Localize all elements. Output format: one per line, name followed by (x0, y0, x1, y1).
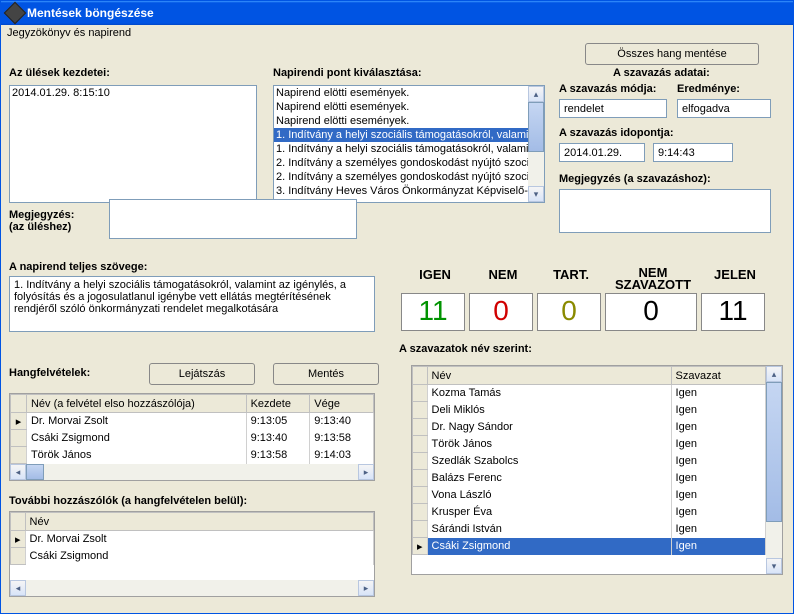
menu-item-minutes[interactable]: Jegyzökönyv és napirend (7, 27, 131, 39)
agenda-full-text[interactable]: 1. Indítvány a helyi szociális támogatás… (9, 276, 375, 332)
agenda-listbox[interactable]: Napirend elötti események.Napirend elött… (273, 85, 545, 203)
speakers-grid[interactable]: Név ▸Dr. Morvai ZsoltCsáki Zsigmond ◂ ▸ (9, 511, 375, 597)
table-row[interactable]: Vona LászlóIgen (413, 487, 766, 504)
vote-col-name[interactable]: Név (427, 367, 671, 385)
agenda-item[interactable]: 2. Indítvány a személyes gondoskodást ny… (274, 156, 528, 170)
vote-date-field[interactable] (559, 143, 645, 162)
agenda-full-label: A napirend teljes szövege: (9, 261, 147, 273)
session-note-text[interactable] (109, 199, 357, 239)
recordings-grid[interactable]: Név (a felvétel elso hozzászólója) Kezde… (9, 393, 375, 481)
table-row[interactable]: Balázs FerencIgen (413, 470, 766, 487)
table-row[interactable]: ▸Csáki ZsigmondIgen (413, 538, 766, 555)
table-row[interactable]: Szedlák SzabolcsIgen (413, 453, 766, 470)
titlebar: Mentések böngészése (1, 1, 793, 25)
tart-header: TART. (537, 267, 605, 291)
tart-count: 0 (537, 293, 601, 331)
nem-count: 0 (469, 293, 533, 331)
session-item[interactable]: 2014.01.29. 8:15:10 (10, 86, 256, 100)
vote-time-label: A szavazás idopontja: (559, 127, 674, 139)
rec-col-name[interactable]: Név (a felvétel elso hozzászólója) (26, 395, 246, 413)
agenda-item[interactable]: Napirend elötti események. (274, 100, 528, 114)
scroll-right-icon[interactable]: ▸ (358, 464, 374, 480)
vote-col-vote[interactable]: Szavazat (671, 367, 765, 385)
table-row[interactable]: Sárándi IstvánIgen (413, 521, 766, 538)
agenda-item[interactable]: Napirend elötti események. (274, 86, 528, 100)
recordings-hscroll[interactable]: ◂ ▸ (10, 464, 374, 480)
agenda-item[interactable]: Napirend elötti események. (274, 114, 528, 128)
vote-result-field[interactable] (677, 99, 771, 118)
table-row[interactable]: Dr. Nagy SándorIgen (413, 419, 766, 436)
jelen-header: JELEN (701, 267, 769, 291)
vote-result-label: Eredménye: (677, 83, 740, 95)
rec-col-end[interactable]: Vége (310, 395, 374, 413)
scroll-left-icon[interactable]: ◂ (10, 464, 26, 480)
agenda-item[interactable]: 1. Indítvány a helyi szociális támogatás… (274, 142, 528, 156)
recordings-label: Hangfelvételek: (9, 367, 90, 379)
session-note-label-1: Megjegyzés: (9, 209, 74, 221)
vote-note-text[interactable] (559, 189, 771, 233)
agenda-item[interactable]: 3. Indítvány Heves Város Önkormányzat Ké… (274, 184, 528, 198)
table-row[interactable]: Csáki Zsigmond9:13:409:13:58 (11, 430, 374, 447)
menubar[interactable]: Jegyzökönyv és napirend (1, 25, 793, 41)
app-icon (4, 2, 27, 25)
rec-col-start[interactable]: Kezdete (246, 395, 310, 413)
votes-vscroll[interactable]: ▴ ▾ (766, 366, 782, 574)
nem-header: NEM (469, 267, 537, 291)
table-row[interactable]: Csáki Zsigmond (11, 548, 374, 565)
votes-by-name-label: A szavazatok név szerint: (399, 343, 532, 355)
igen-header: IGEN (401, 267, 469, 291)
agenda-scrollbar[interactable]: ▴ ▾ (528, 86, 544, 202)
vote-data-label: A szavazás adatai: (613, 67, 710, 79)
table-row[interactable]: Török JánosIgen (413, 436, 766, 453)
igen-count: 11 (401, 293, 465, 331)
table-row[interactable]: Török János9:13:589:14:03 (11, 447, 374, 464)
scroll-down-icon[interactable]: ▾ (528, 186, 544, 202)
votes-grid[interactable]: Név Szavazat Kozma TamásIgenDeli MiklósI… (411, 365, 783, 575)
save-all-audio-button[interactable]: Összes hang mentése (585, 43, 759, 65)
table-row[interactable]: ▸Dr. Morvai Zsolt (11, 531, 374, 548)
window-title: Mentések böngészése (27, 6, 154, 20)
spk-col-name[interactable]: Név (25, 513, 373, 531)
nemszavazott-header: NEM SZAVAZOTT (605, 267, 701, 291)
speakers-hscroll[interactable]: ◂ ▸ (10, 580, 374, 596)
agenda-item[interactable]: 2. Indítvány a személyes gondoskodást ny… (274, 170, 528, 184)
table-row[interactable]: ▸Dr. Morvai Zsolt9:13:059:13:40 (11, 413, 374, 430)
sessions-listbox[interactable]: 2014.01.29. 8:15:10 (9, 85, 257, 203)
agenda-select-label: Napirendi pont kiválasztása: (273, 67, 422, 79)
save-button[interactable]: Mentés (273, 363, 379, 385)
play-button[interactable]: Lejátszás (149, 363, 255, 385)
table-row[interactable]: Deli MiklósIgen (413, 402, 766, 419)
vote-mode-field[interactable] (559, 99, 667, 118)
nemszavazott-count: 0 (605, 293, 697, 331)
agenda-item[interactable]: 1. Indítvány a helyi szociális támogatás… (274, 128, 528, 142)
session-note-label-2: (az üléshez) (9, 221, 74, 233)
table-row[interactable]: Krusper ÉvaIgen (413, 504, 766, 521)
more-speakers-label: További hozzászólók (a hangfelvételen be… (9, 495, 247, 507)
jelen-count: 11 (701, 293, 765, 331)
vote-note-label: Megjegyzés (a szavazáshoz): (559, 173, 711, 185)
sessions-label: Az ülések kezdetei: (9, 67, 110, 79)
scroll-up-icon[interactable]: ▴ (528, 86, 544, 102)
vote-mode-label: A szavazás módja: (559, 83, 656, 95)
table-row[interactable]: Kozma TamásIgen (413, 385, 766, 402)
vote-time-field[interactable] (653, 143, 733, 162)
